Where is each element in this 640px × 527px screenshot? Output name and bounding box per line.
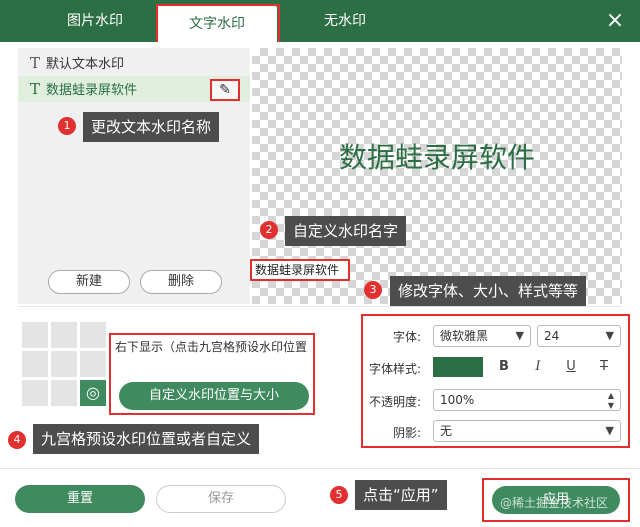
font-size-value: 24 — [544, 329, 560, 343]
callout-badge: 2 — [260, 221, 278, 239]
callout-badge: 1 — [58, 117, 76, 135]
position-panel: 右下显示（点击九宫格预设水印位置 自定义水印位置与大小 — [109, 333, 315, 415]
shadow-value: 无 — [440, 424, 453, 438]
stepper-arrows-icon: ▲ ▼ — [607, 391, 614, 410]
list-item-default[interactable]: T 默认文本水印 — [18, 50, 250, 76]
close-icon[interactable]: × — [604, 10, 626, 32]
grid-cell-bottom-center[interactable] — [51, 380, 77, 406]
grid-cell-top-center[interactable] — [51, 322, 77, 348]
apply-highlight-frame: 应用 — [482, 478, 630, 522]
strikethrough-button[interactable]: T — [593, 357, 615, 377]
chevron-down-icon: ▼ — [605, 424, 614, 437]
chevron-down-icon: ▼ — [605, 329, 614, 342]
text-t-icon: T — [30, 80, 41, 98]
tab-text-watermark[interactable]: 文字水印 — [157, 6, 277, 42]
tab-image-watermark[interactable]: 图片水印 — [40, 0, 150, 42]
position-hint: 右下显示（点击九宫格预设水印位置 — [115, 340, 308, 354]
callout-label: 九宫格预设水印位置或者自定义 — [33, 424, 260, 454]
opacity-stepper[interactable]: 100% ▲ ▼ — [433, 389, 621, 411]
footer-divider — [0, 468, 640, 469]
bold-button[interactable]: B — [493, 357, 515, 377]
underline-button[interactable]: U — [560, 357, 582, 377]
font-label: 字体: — [392, 330, 421, 344]
opacity-value: 100% — [440, 393, 475, 407]
selected-position-icon: ◎ — [86, 383, 100, 402]
watermark-name-field[interactable]: 数据蛙录屏软件 — [250, 259, 350, 281]
font-style-label: 字体样式: — [368, 362, 421, 376]
pencil-icon[interactable]: ✎ — [210, 79, 240, 101]
opacity-label: 不透明度: — [368, 395, 421, 409]
callout-badge: 4 — [8, 431, 26, 449]
callout-badge: 5 — [330, 486, 348, 504]
apply-button[interactable]: 应用 — [492, 486, 620, 514]
font-family-value: 微软雅黑 — [440, 329, 489, 343]
watermark-list-panel: T 默认文本水印 T 数据蛙录屏软件 ✎ 新建 删除 — [18, 48, 250, 304]
callout-label: 修改字体、大小、样式等等 — [390, 276, 587, 306]
grid-cell-bottom-right[interactable]: ◎ — [80, 380, 106, 406]
font-color-swatch[interactable] — [433, 357, 483, 377]
list-item-label: 数据蛙录屏软件 — [46, 83, 138, 98]
reset-button[interactable]: 重置 — [15, 485, 145, 513]
grid-cell-top-left[interactable] — [22, 322, 48, 348]
callout-label: 点击“应用” — [355, 480, 447, 510]
shadow-select[interactable]: 无 ▼ — [433, 420, 621, 442]
title-bar: 图片水印 文字水印 无水印 × — [0, 0, 640, 42]
grid-cell-center[interactable] — [51, 351, 77, 377]
shadow-label: 阴影: — [392, 426, 421, 440]
font-settings-panel: 字体: 微软雅黑 ▼ 24 ▼ 字体样式: B I U T 不透明度: 100%… — [361, 314, 630, 448]
chevron-down-icon: ▼ — [515, 329, 524, 342]
grid-cell-middle-left[interactable] — [22, 351, 48, 377]
italic-button[interactable]: I — [527, 357, 549, 377]
new-button[interactable]: 新建 — [48, 270, 130, 294]
callout-badge: 3 — [364, 281, 382, 299]
font-size-select[interactable]: 24 ▼ — [537, 325, 621, 347]
callout-label: 自定义水印名字 — [285, 216, 407, 246]
save-button[interactable]: 保存 — [156, 485, 286, 513]
text-t-icon: T — [30, 54, 41, 72]
position-grid: ◎ — [22, 322, 106, 406]
divider — [18, 306, 622, 307]
grid-cell-bottom-left[interactable] — [22, 380, 48, 406]
font-family-select[interactable]: 微软雅黑 ▼ — [433, 325, 531, 347]
grid-cell-top-right[interactable] — [80, 322, 106, 348]
tab-no-watermark[interactable]: 无水印 — [290, 0, 400, 42]
delete-button[interactable]: 删除 — [140, 270, 222, 294]
grid-cell-middle-right[interactable] — [80, 351, 106, 377]
callout-label: 更改文本水印名称 — [83, 112, 220, 142]
preview-watermark-text: 数据蛙录屏软件 — [338, 141, 535, 174]
list-item-label: 默认文本水印 — [46, 57, 125, 72]
custom-position-button[interactable]: 自定义水印位置与大小 — [119, 382, 309, 410]
